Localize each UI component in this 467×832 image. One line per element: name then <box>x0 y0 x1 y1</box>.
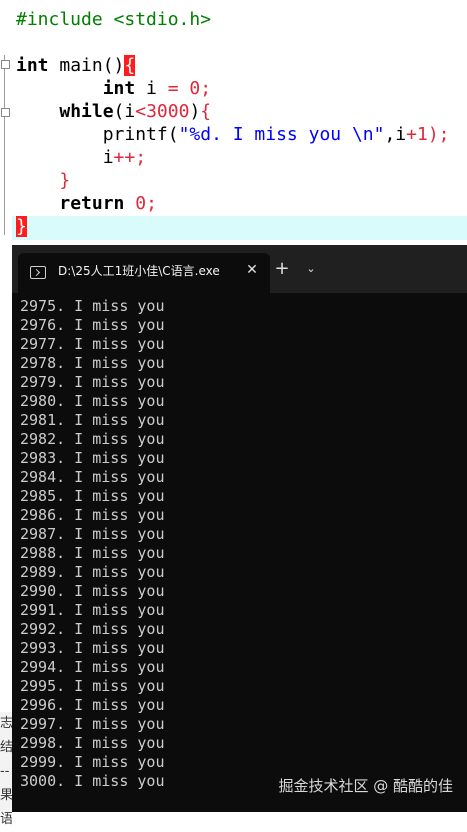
brace-open-main: { <box>124 55 136 76</box>
output-line: 2985. I miss you <box>20 487 165 505</box>
number-literal: 0 <box>189 78 201 99</box>
output-line: 2978. I miss you <box>20 354 165 372</box>
output-line: 2975. I miss you <box>20 297 165 315</box>
background-window-edge: 志 结果 --- 果: 语 <box>0 712 12 827</box>
output-line: 2998. I miss you <box>20 734 165 752</box>
brace-open-while: { <box>200 101 212 122</box>
output-line: 2989. I miss you <box>20 563 165 581</box>
chevron-down-icon[interactable]: ⌄ <box>303 261 319 277</box>
new-tab-button[interactable]: + <box>274 260 290 278</box>
output-line: 2994. I miss you <box>20 658 165 676</box>
less-than-op: < <box>135 101 147 122</box>
fold-toggle-main[interactable] <box>1 60 10 69</box>
keyword-return: return <box>59 193 125 214</box>
increment-op: ++ <box>113 147 136 168</box>
incr-var: i <box>102 147 114 168</box>
output-line: 2979. I miss you <box>20 373 165 391</box>
terminal-icon <box>30 266 46 279</box>
terminal-output[interactable]: 2975. I miss you 2976. I miss you 2977. I … <box>20 297 460 791</box>
code-editor[interactable]: #include <stdio.h> int main(){ int i = 0… <box>0 0 467 245</box>
brace-close-main: } <box>16 216 27 237</box>
output-line: 2988. I miss you <box>20 544 165 562</box>
output-line: 2982. I miss you <box>20 430 165 448</box>
preprocessor-directive: #include <stdio.h> <box>16 9 212 30</box>
code-line-close-while[interactable]: } <box>16 170 70 192</box>
semicolon: ; <box>146 193 157 214</box>
editor-gutter <box>0 0 12 245</box>
while-cond-close: ) <box>189 101 201 122</box>
terminal-tab[interactable]: D:\25人工1班小佳\C语言.exe ✕ <box>18 253 270 293</box>
output-line: 2993. I miss you <box>20 639 165 657</box>
printf-end: ); <box>427 124 450 145</box>
semicolon: ; <box>200 78 212 99</box>
watermark: 掘金技术社区 @ 酷酷的佳 <box>278 777 453 795</box>
close-icon[interactable]: ✕ <box>244 262 260 278</box>
decl-var: i <box>135 78 168 99</box>
output-line: 2986. I miss you <box>20 506 165 524</box>
current-line-highlight <box>12 216 467 240</box>
number-literal: 1 <box>417 124 428 145</box>
output-line: 2999. I miss you <box>20 753 165 771</box>
printf-args: ,i <box>384 124 407 145</box>
output-line: 2995. I miss you <box>20 677 165 695</box>
code-line-while[interactable]: while(i<3000){ <box>16 101 211 123</box>
output-line: 2992. I miss you <box>20 620 165 638</box>
fold-toggle-while[interactable] <box>1 108 10 117</box>
output-line: 2976. I miss you <box>20 316 165 334</box>
terminal-window[interactable]: D:\25人工1班小佳\C语言.exe ✕ + ⌄ 2975. I miss y… <box>12 245 467 812</box>
code-line-increment[interactable]: i++; <box>16 147 146 169</box>
keyword-int: int <box>102 78 136 99</box>
plus-op: + <box>406 124 417 145</box>
output-line: 2996. I miss you <box>20 696 165 714</box>
tab-title: D:\25人工1班小佳\C语言.exe <box>58 264 220 278</box>
code-line-main[interactable]: int main(){ <box>16 55 136 77</box>
code-line-return[interactable]: return 0; <box>16 193 157 215</box>
code-line-include[interactable]: #include <stdio.h> <box>16 9 211 31</box>
number-literal: 3000 <box>146 101 190 122</box>
fold-guide-line <box>4 55 5 235</box>
output-line: 2981. I miss you <box>20 411 165 429</box>
output-line: 2977. I miss you <box>20 335 165 353</box>
string-literal: "%d. I miss you \n" <box>178 124 385 145</box>
output-line: 2987. I miss you <box>20 525 165 543</box>
output-line: 2983. I miss you <box>20 449 165 467</box>
printf-call: printf( <box>102 124 179 145</box>
output-line: 2984. I miss you <box>20 468 165 486</box>
code-line-decl[interactable]: int i = 0; <box>16 78 211 100</box>
output-line: 2990. I miss you <box>20 582 165 600</box>
output-line: 2991. I miss you <box>20 601 165 619</box>
semicolon: ; <box>135 147 147 168</box>
assign-op: = <box>167 78 179 99</box>
output-line: 2980. I miss you <box>20 392 165 410</box>
output-line: 2997. I miss you <box>20 715 165 733</box>
bg-text-fragment: 果: <box>0 788 12 803</box>
while-cond-open: (i <box>113 101 136 122</box>
terminal-titlebar[interactable]: D:\25人工1班小佳\C语言.exe ✕ + ⌄ <box>12 245 467 293</box>
brace-close-while: } <box>59 170 71 191</box>
bg-text-fragment: 志 <box>0 716 12 731</box>
code-line-printf[interactable]: printf("%d. I miss you \n",i+1); <box>16 124 450 146</box>
code-line-close-main[interactable]: } <box>16 216 27 238</box>
function-signature: main() <box>48 55 125 76</box>
bg-text-fragment: --- <box>0 764 10 779</box>
number-literal: 0 <box>135 193 147 214</box>
bg-text-fragment: 结果 <box>0 740 12 755</box>
keyword-int: int <box>16 55 49 76</box>
keyword-while: while <box>59 101 114 122</box>
